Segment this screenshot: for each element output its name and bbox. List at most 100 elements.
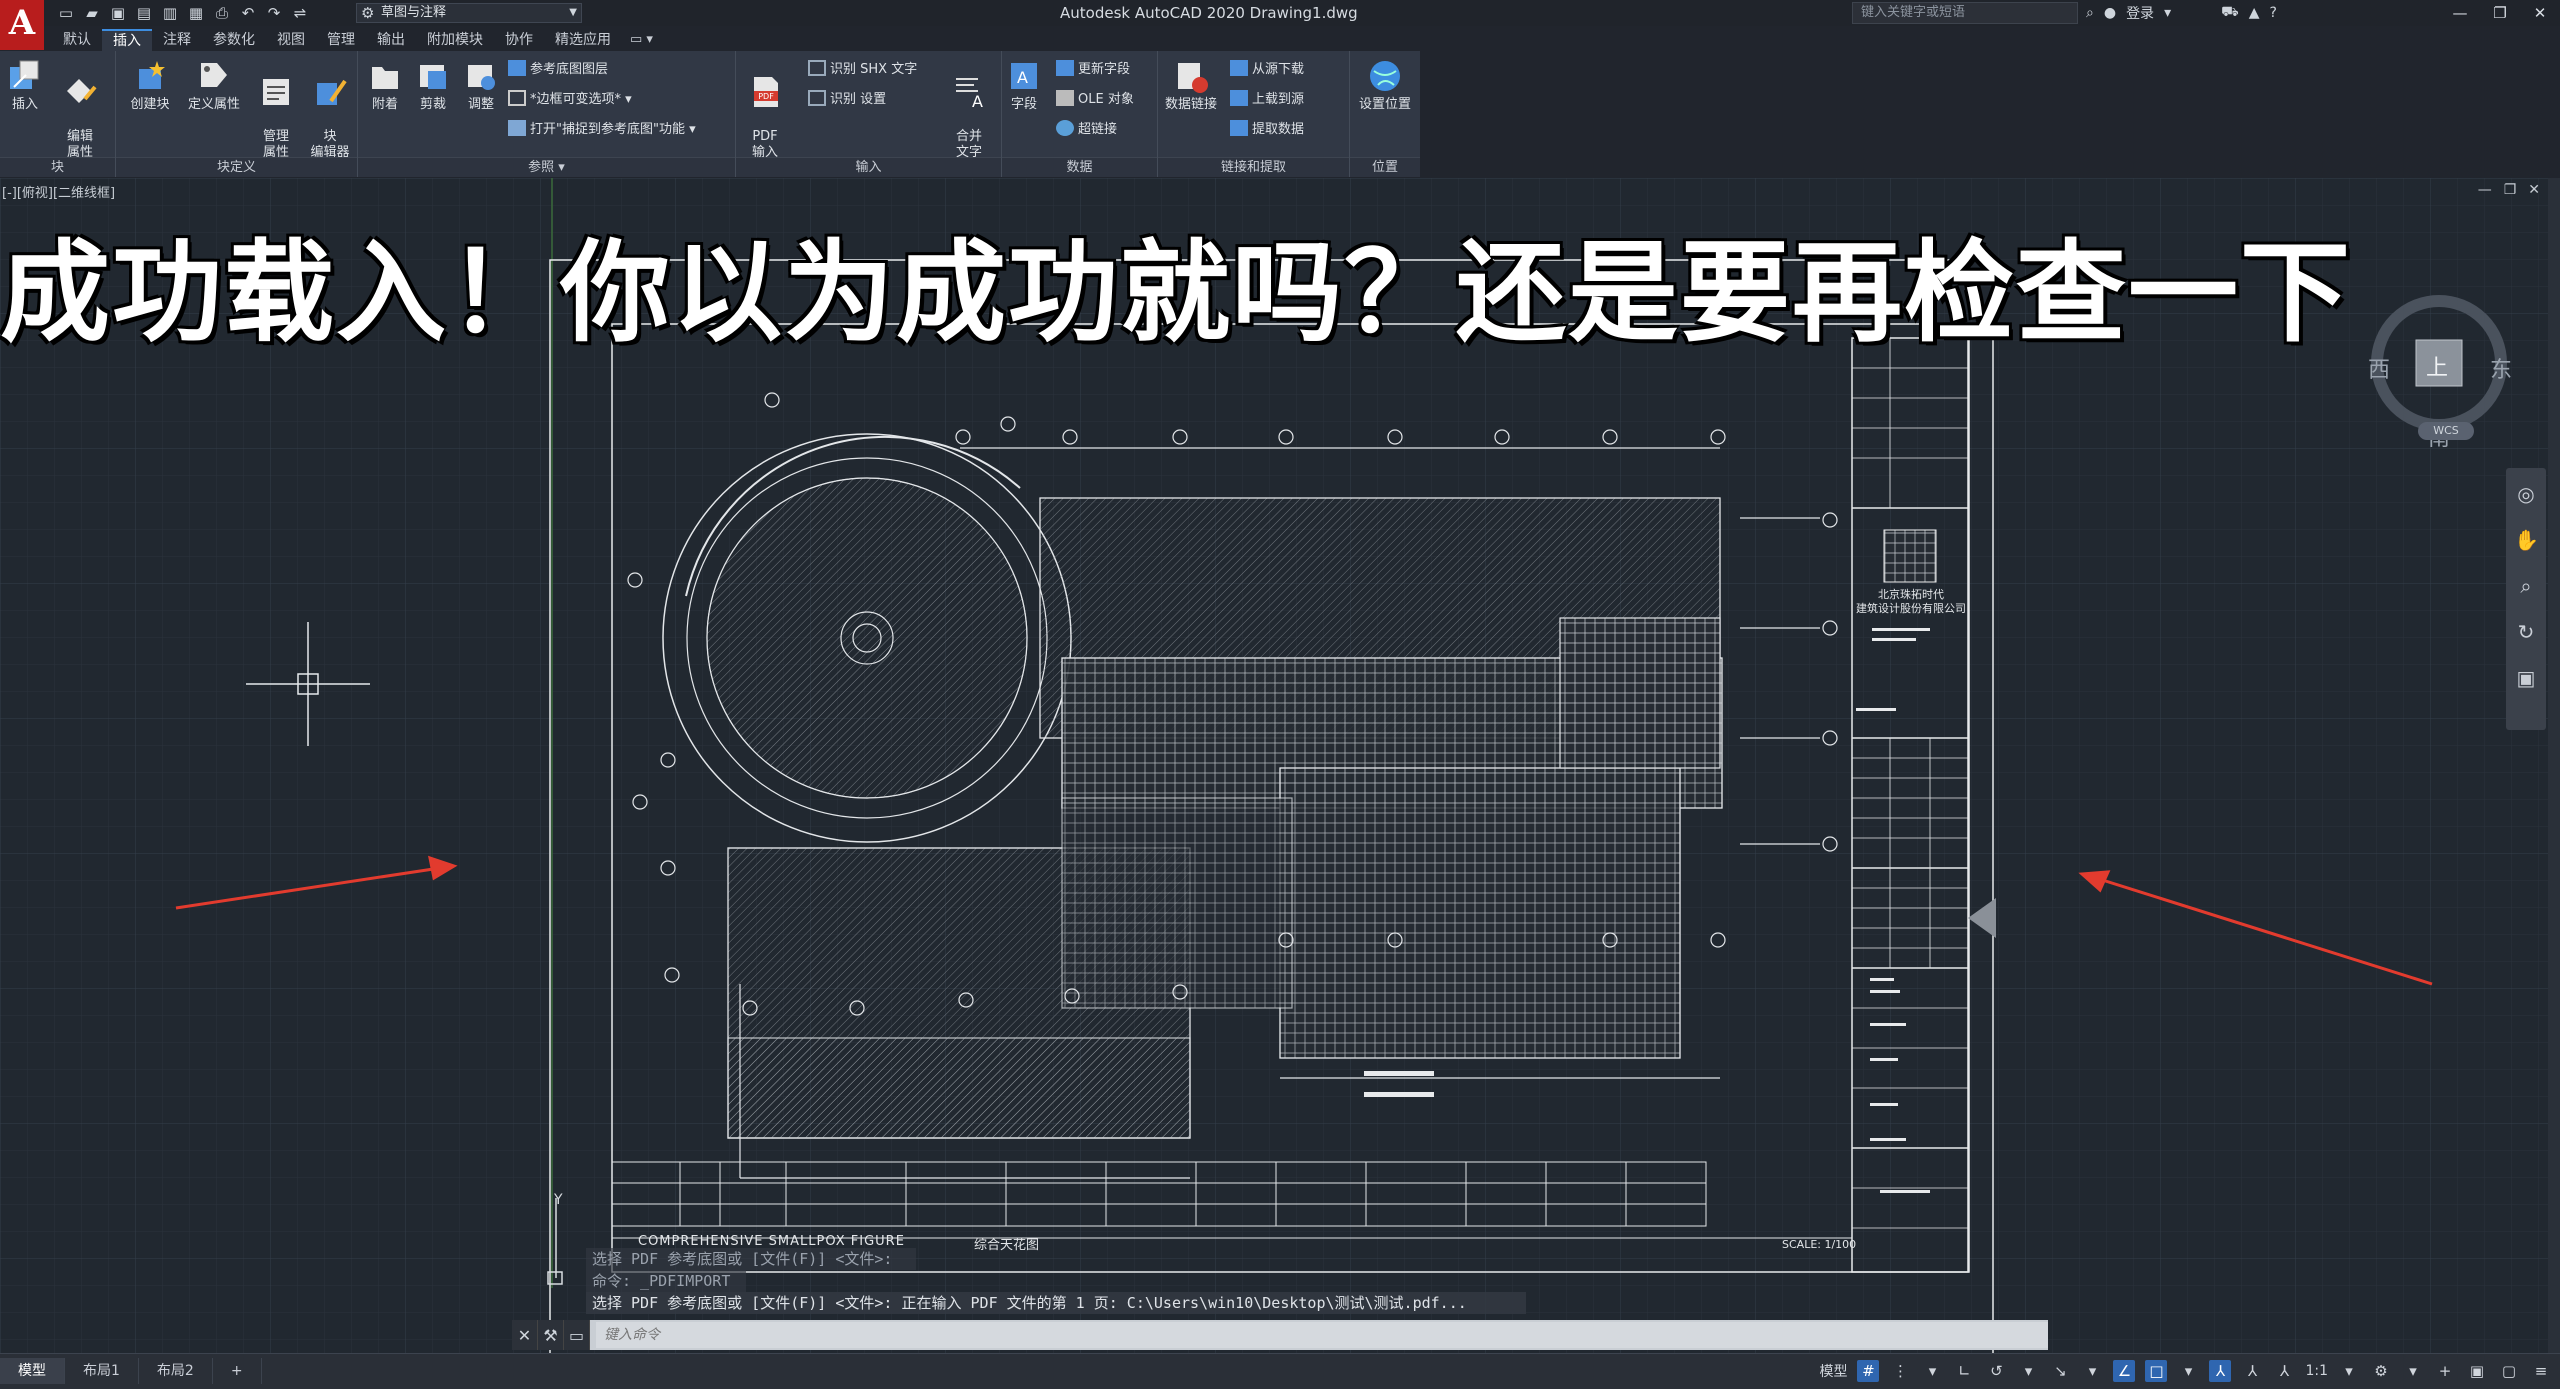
adjust-button[interactable]: 调整 bbox=[458, 57, 504, 113]
auto-scale-icon[interactable]: ⅄ bbox=[2241, 1360, 2263, 1382]
data-link-button[interactable]: 数据链接 bbox=[1160, 57, 1222, 113]
sign-in-link[interactable]: 登录 bbox=[2126, 3, 2154, 23]
object-snap-icon[interactable]: □ bbox=[2145, 1360, 2168, 1382]
download-from-source-button[interactable]: 从源下载 bbox=[1230, 59, 1304, 81]
tab-insert[interactable]: 插入 bbox=[102, 29, 152, 51]
annotation-visibility-icon[interactable]: ⅄ bbox=[2209, 1360, 2232, 1382]
minimize-button[interactable]: — bbox=[2440, 0, 2480, 26]
grid-icon[interactable]: # bbox=[1857, 1360, 1880, 1382]
open-folder-icon[interactable]: ▰ bbox=[82, 3, 102, 23]
viewport-restore-button[interactable]: ❐ bbox=[2504, 182, 2517, 198]
set-location-button[interactable]: 设置位置 bbox=[1350, 57, 1420, 113]
clip-button[interactable]: 剪裁 bbox=[410, 57, 456, 113]
application-menu-button[interactable]: A bbox=[0, 0, 44, 50]
share-icon[interactable]: ⇌ bbox=[290, 3, 310, 23]
pan-icon[interactable]: ✋ bbox=[2514, 528, 2539, 552]
ortho-icon[interactable]: ∟ bbox=[1953, 1360, 1975, 1382]
add-layout-button[interactable]: + bbox=[213, 1358, 262, 1384]
help-icon[interactable]: ? bbox=[2270, 5, 2277, 21]
user-icon[interactable]: ● bbox=[2104, 5, 2116, 21]
recognize-shx-text-button[interactable]: 识别 SHX 文字 bbox=[808, 59, 917, 81]
zoom-icon[interactable]: ⌕ bbox=[2514, 574, 2538, 598]
extract-data-button[interactable]: 提取数据 bbox=[1230, 119, 1304, 141]
frame-variable-dropdown[interactable]: *边框可变选项* ▾ bbox=[508, 89, 632, 111]
orbit-icon[interactable]: ↻ bbox=[2514, 620, 2538, 644]
snap-mode-icon[interactable]: ⋮ bbox=[1889, 1360, 1911, 1382]
isodraft-icon[interactable]: ↘ bbox=[2049, 1360, 2071, 1382]
combine-text-button[interactable]: A 合并 文字 bbox=[944, 57, 994, 161]
annotation-scale-value[interactable]: 1:1 bbox=[2305, 1363, 2328, 1379]
tab-model[interactable]: 模型 bbox=[0, 1358, 65, 1384]
ribbon-toggle-icon[interactable]: ▭ ▾ bbox=[622, 29, 661, 51]
save-icon[interactable]: ▣ bbox=[108, 3, 128, 23]
menu-icon[interactable]: ≡ bbox=[2530, 1360, 2552, 1382]
binoculars-icon[interactable]: ⌕ bbox=[2086, 5, 2094, 21]
block-editor-button[interactable]: 块 编辑器 bbox=[304, 57, 356, 161]
fullscreen-icon[interactable]: ▢ bbox=[2498, 1360, 2520, 1382]
insert-block-button[interactable]: 插入 bbox=[2, 57, 48, 113]
steering-wheel-icon[interactable]: ◎ bbox=[2514, 482, 2538, 506]
drawing-canvas[interactable]: [-][俯视][二维线框] — ❐ ✕ 北京珠拓时代 建筑设计股份有限公司 CO… bbox=[0, 178, 2560, 1353]
chevron-down-icon[interactable]: ▾ bbox=[1921, 1360, 1943, 1382]
save-as-icon[interactable]: ▤ bbox=[134, 3, 154, 23]
new-file-icon[interactable]: ▭ bbox=[56, 3, 76, 23]
create-block-button[interactable]: 创建块 bbox=[124, 57, 176, 113]
showmotion-icon[interactable]: ▣ bbox=[2514, 666, 2538, 690]
chevron-down-icon[interactable]: ▾ bbox=[2338, 1360, 2360, 1382]
object-snap-tracking-icon[interactable]: ∠ bbox=[2113, 1360, 2136, 1382]
add-icon[interactable]: + bbox=[2434, 1360, 2456, 1382]
compass-west[interactable]: 西 bbox=[2368, 352, 2390, 384]
recent-commands-icon[interactable]: ▭ bbox=[564, 1320, 590, 1350]
command-input[interactable]: 键入命令 bbox=[596, 1322, 2048, 1348]
underlay-layers-button[interactable]: 参考底图图层 bbox=[508, 59, 608, 81]
customize-wrench-icon[interactable]: ⚒ bbox=[538, 1320, 564, 1350]
tab-default[interactable]: 默认 bbox=[52, 29, 102, 51]
tab-parametric[interactable]: 参数化 bbox=[202, 29, 266, 51]
print-icon[interactable]: ⎙ bbox=[212, 3, 232, 23]
workspace-select[interactable]: ⚙ 草图与注释 ▼ bbox=[356, 3, 582, 23]
snap-to-underlay-toggle[interactable]: 打开"捕捉到参考底图"功能 ▾ bbox=[508, 119, 696, 141]
viewcube[interactable]: 西 东 南 上 bbox=[2364, 288, 2514, 451]
field-button[interactable]: A 字段 bbox=[1004, 57, 1044, 113]
undo-icon[interactable]: ↶ bbox=[238, 3, 258, 23]
isolate-objects-icon[interactable]: ▣ bbox=[2466, 1360, 2488, 1382]
recognition-settings-button[interactable]: 识别 设置 bbox=[808, 89, 886, 111]
define-attributes-button[interactable]: 定义属性 bbox=[182, 57, 246, 113]
tab-output[interactable]: 输出 bbox=[366, 29, 416, 51]
redo-icon[interactable]: ↷ bbox=[264, 3, 284, 23]
upload-to-source-button[interactable]: 上载到源 bbox=[1230, 89, 1304, 111]
update-fields-button[interactable]: 更新字段 bbox=[1056, 59, 1130, 81]
viewport-controls-label[interactable]: [-][俯视][二维线框] bbox=[2, 182, 115, 201]
search-input[interactable]: 键入关键字或短语 bbox=[1852, 2, 2078, 24]
compass-east[interactable]: 东 bbox=[2490, 352, 2512, 384]
close-button[interactable]: ✕ bbox=[2520, 0, 2560, 26]
model-space-button[interactable]: 模型 bbox=[1819, 1361, 1847, 1381]
tab-add-ins[interactable]: 附加模块 bbox=[416, 29, 494, 51]
polar-tracking-icon[interactable]: ↺ bbox=[1985, 1360, 2007, 1382]
hyperlink-button[interactable]: 超链接 bbox=[1056, 119, 1117, 141]
chevron-down-icon[interactable]: ▾ bbox=[2402, 1360, 2424, 1382]
chevron-down-icon[interactable]: ▾ bbox=[2081, 1360, 2103, 1382]
viewport-close-button[interactable]: ✕ bbox=[2528, 182, 2540, 198]
pdf-import-button[interactable]: PDF PDF 输入 bbox=[742, 57, 788, 161]
chevron-down-icon[interactable]: ▾ bbox=[2017, 1360, 2039, 1382]
tab-annotate[interactable]: 注释 bbox=[152, 29, 202, 51]
tab-manage[interactable]: 管理 bbox=[316, 29, 366, 51]
tab-featured-apps[interactable]: 精选应用 bbox=[544, 29, 622, 51]
viewcube-top-face[interactable]: 上 bbox=[2426, 350, 2448, 382]
close-icon[interactable]: ✕ bbox=[512, 1320, 538, 1350]
viewport-minimize-button[interactable]: — bbox=[2478, 182, 2492, 198]
manage-attributes-button[interactable]: 管理 属性 bbox=[252, 57, 300, 161]
chevron-down-icon[interactable]: ▾ bbox=[2164, 5, 2171, 21]
attach-button[interactable]: 附着 bbox=[362, 57, 408, 113]
tab-layout1[interactable]: 布局1 bbox=[65, 1358, 139, 1384]
gear-icon[interactable]: ⚙ bbox=[2370, 1360, 2392, 1382]
wcs-menu[interactable]: WCS bbox=[2418, 422, 2474, 440]
chevron-down-icon[interactable]: ▾ bbox=[2177, 1360, 2199, 1382]
maximize-button[interactable]: ❐ bbox=[2480, 0, 2520, 26]
tab-view[interactable]: 视图 bbox=[266, 29, 316, 51]
annotation-scale-icon[interactable]: ⅄ bbox=[2273, 1360, 2295, 1382]
tab-collaborate[interactable]: 协作 bbox=[494, 29, 544, 51]
web-mobile-icon[interactable]: ▥ bbox=[160, 3, 180, 23]
a360-icon[interactable]: ▲ bbox=[2249, 5, 2260, 21]
